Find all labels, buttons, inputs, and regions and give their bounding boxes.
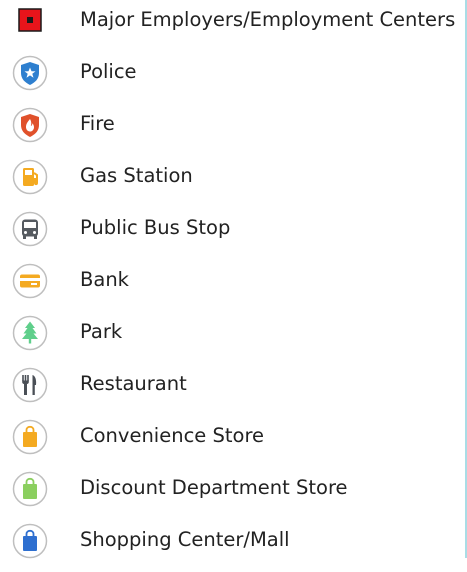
legend-item-park: Park [0,312,465,364]
employer-square-icon [12,3,48,39]
legend-label: Major Employers/Employment Centers [80,8,456,31]
bus-icon [12,211,48,247]
legend-label: Police [80,60,137,83]
legend-label: Discount Department Store [80,476,348,499]
shopping-bag-icon [12,523,48,559]
legend-label: Convenience Store [80,424,265,447]
legend-label: Park [80,320,123,343]
legend-label: Gas Station [80,164,193,187]
legend-label: Public Bus Stop [80,216,231,239]
legend-item-fire: Fire [0,104,465,156]
legend-item-shopping-center-mall: Shopping Center/Mall [0,520,465,572]
legend-label: Bank [80,268,129,291]
bank-card-icon [12,263,48,299]
tree-icon [12,315,48,351]
shopping-bag-icon [12,471,48,507]
legend-label: Shopping Center/Mall [80,528,290,551]
legend-item-discount-department-store: Discount Department Store [0,468,465,520]
legend-item-restaurant: Restaurant [0,364,465,416]
legend-item-public-bus-stop: Public Bus Stop [0,208,465,260]
gas-pump-icon [12,159,48,195]
fork-knife-icon [12,367,48,403]
legend-label: Restaurant [80,372,187,395]
legend-item-gas-station: Gas Station [0,156,465,208]
legend-item-bank: Bank [0,260,465,312]
legend-label: Fire [80,112,115,135]
legend-item-police: Police [0,52,465,104]
fire-shield-icon [12,107,48,143]
shopping-bag-icon [12,419,48,455]
legend-item-major-employers: Major Employers/Employment Centers [0,0,465,52]
legend-item-convenience-store: Convenience Store [0,416,465,468]
police-star-icon [12,55,48,91]
